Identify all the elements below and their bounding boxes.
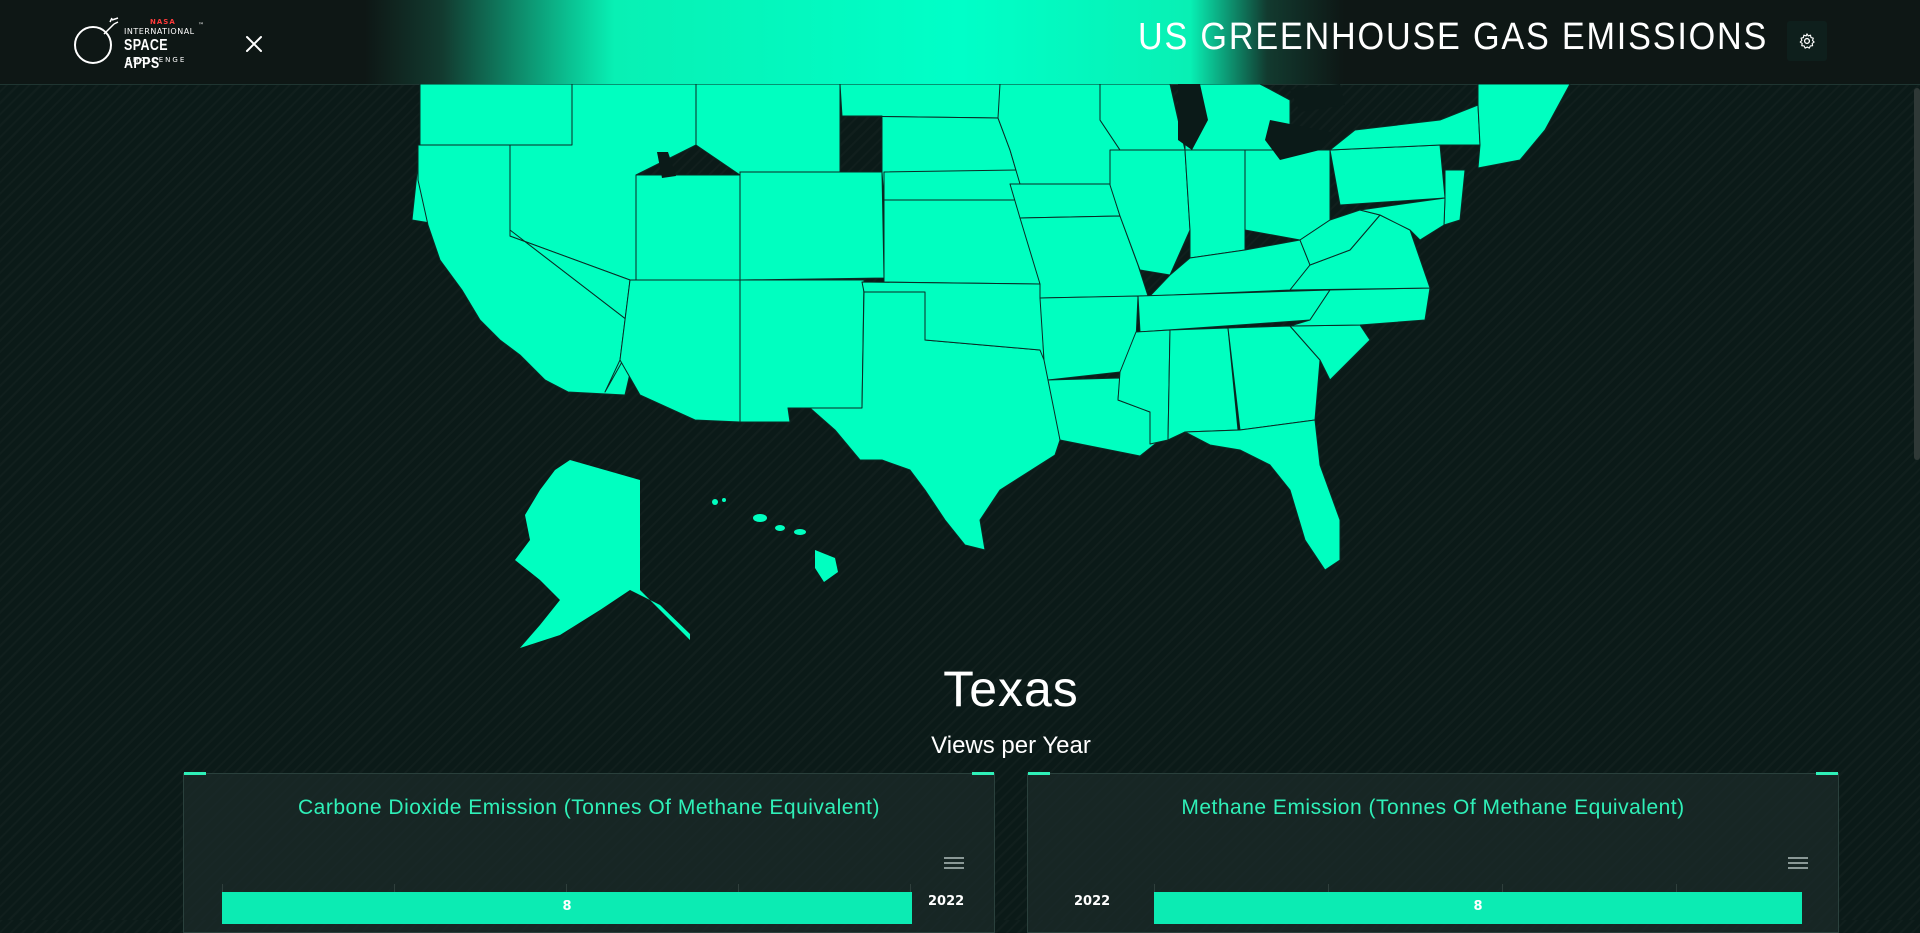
- settings-button[interactable]: [1787, 21, 1827, 61]
- gear-icon: [1799, 33, 1815, 49]
- chart-menu-button[interactable]: [944, 857, 964, 873]
- map-state-montana[interactable]: [695, 84, 841, 176]
- map-state-utah[interactable]: [635, 174, 741, 281]
- map-state-washington[interactable]: [419, 84, 576, 146]
- map-state-pennsylvania[interactable]: [1329, 144, 1446, 206]
- views-per-year-subtitle: Views per Year: [931, 732, 1091, 759]
- bar-data-label: 8: [562, 899, 572, 914]
- map-state-florida[interactable]: [1184, 419, 1341, 571]
- page-title: US GREENHOUSE GAS EMISSIONS: [1137, 16, 1768, 58]
- map-state-alabama[interactable]: [1167, 327, 1239, 441]
- co2-chart-title: Carbone Dioxide Emission (Tonnes Of Meth…: [298, 796, 880, 819]
- card-corner-accent: [1028, 772, 1050, 775]
- map-state-hawaii[interactable]: [712, 498, 838, 582]
- lake-huron: [1290, 84, 1345, 112]
- map-state-ohio[interactable]: [1244, 149, 1331, 241]
- card-corner-accent: [972, 772, 994, 775]
- us-states-map: [411, 84, 1571, 648]
- logo-nasa-text: NASA: [150, 18, 176, 26]
- chart-menu-button[interactable]: [1788, 857, 1808, 873]
- map-state-new-mexico[interactable]: [739, 279, 865, 423]
- selected-state-name: Texas: [943, 661, 1079, 717]
- map-state-new-england[interactable]: [1477, 84, 1571, 169]
- methane-bar-chart: 8 2022: [1066, 884, 1802, 924]
- space-apps-logo[interactable]: NASA INTERNATIONAL SPACE APPS CHALLENGE …: [72, 16, 212, 72]
- logo-international-text: INTERNATIONAL: [124, 27, 195, 36]
- top-bar: NASA INTERNATIONAL SPACE APPS CHALLENGE …: [0, 0, 1920, 85]
- map-state-arizona[interactable]: [619, 279, 741, 423]
- map-state-iowa[interactable]: [1009, 183, 1121, 219]
- card-corner-accent: [184, 772, 206, 775]
- logo-challenge-text: CHALLENGE: [126, 56, 187, 64]
- card-corner-accent: [1816, 772, 1838, 775]
- close-icon: [246, 36, 262, 52]
- map-state-nebraska[interactable]: [883, 169, 1026, 201]
- methane-chart-title: Methane Emission (Tonnes Of Methane Equi…: [1181, 796, 1685, 819]
- co2-bar-chart: 8 2022: [222, 884, 964, 924]
- map-state-north-dakota[interactable]: [839, 84, 1001, 121]
- methane-emission-card: Methane Emission (Tonnes Of Methane Equi…: [1027, 772, 1839, 933]
- map-state-wyoming[interactable]: [739, 171, 885, 281]
- logo-rocket-icon: [103, 17, 119, 35]
- map-state-alaska[interactable]: [515, 460, 690, 648]
- close-button[interactable]: [240, 30, 268, 58]
- map-state-new-york[interactable]: [1329, 104, 1481, 151]
- category-label: 2022: [1074, 894, 1111, 909]
- map-state-kansas[interactable]: [883, 199, 1041, 285]
- map-state-indiana[interactable]: [1184, 149, 1246, 259]
- page-scrollbar[interactable]: [1914, 88, 1920, 460]
- category-label: 2022: [928, 894, 965, 909]
- co2-emission-card: Carbone Dioxide Emission (Tonnes Of Meth…: [183, 772, 995, 933]
- logo-space-apps-text: SPACE APPS: [124, 37, 169, 72]
- bar-data-label: 8: [1473, 899, 1483, 914]
- logo-trademark: ™: [198, 22, 204, 29]
- map-state-new-jersey[interactable]: [1443, 169, 1466, 226]
